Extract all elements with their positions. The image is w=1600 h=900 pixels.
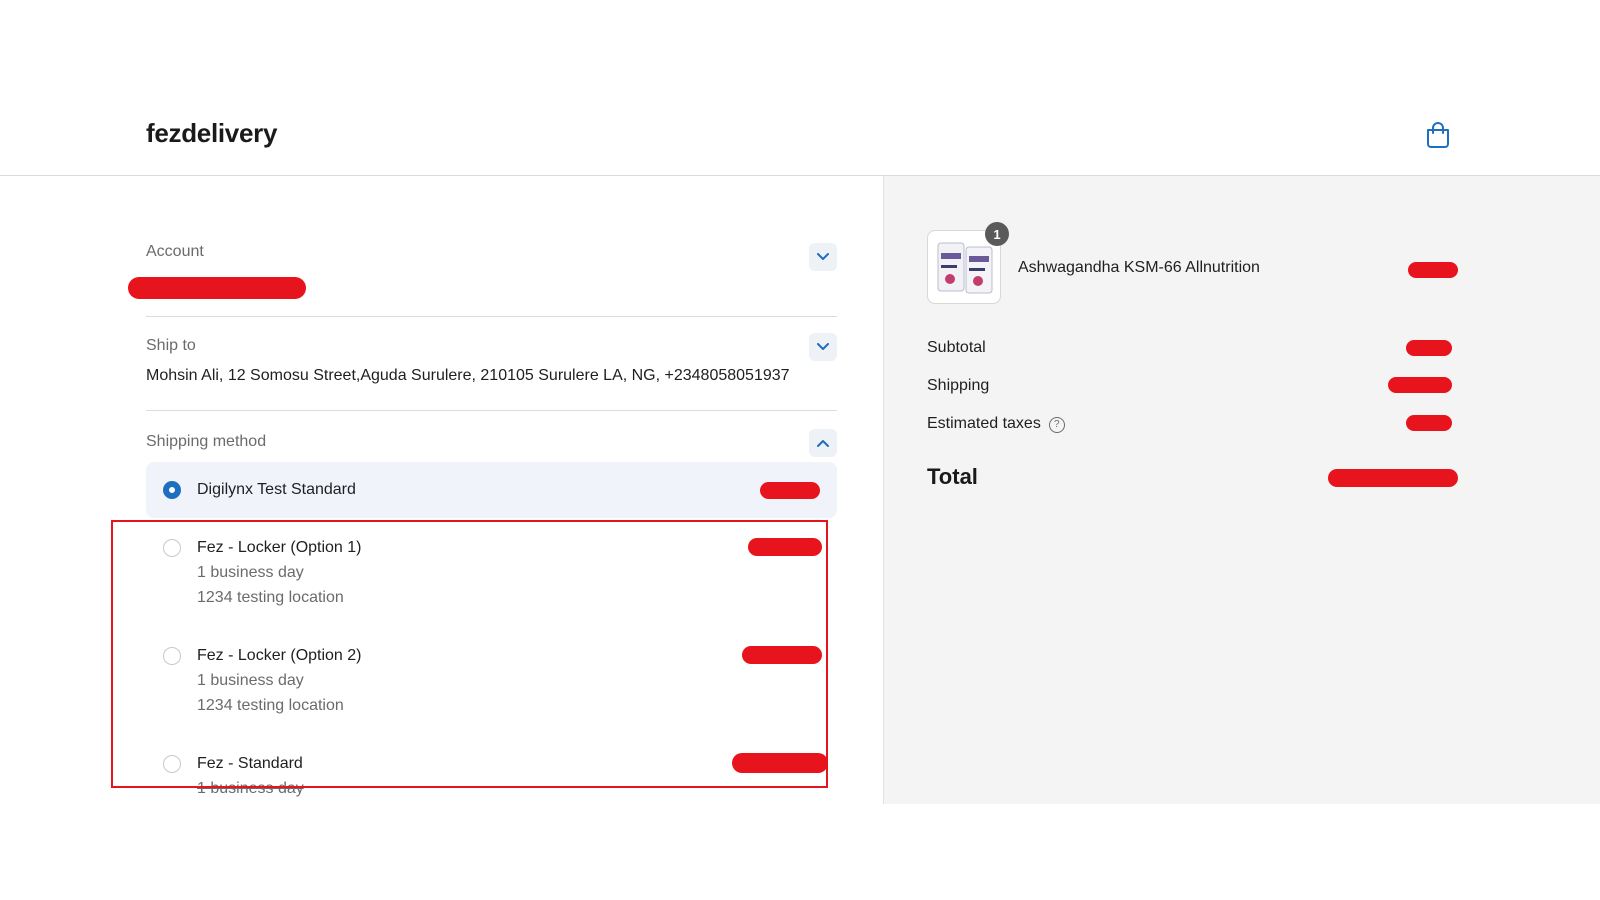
shipping-option-location: 1234 testing location — [197, 697, 344, 714]
price-redacted — [742, 646, 822, 664]
ship-to-toggle-button[interactable] — [809, 333, 837, 361]
chevron-down-icon — [817, 248, 829, 266]
ship-to-address: Mohsin Ali, 12 Somosu Street,Aguda Surul… — [146, 367, 790, 384]
divider — [146, 316, 837, 317]
shipping-option-delivery-time: 1 business day — [197, 672, 304, 689]
price-redacted — [1406, 340, 1452, 356]
shipping-option-delivery-time: 1 business day — [197, 780, 304, 797]
shipping-option-digilynx-standard[interactable]: Digilynx Test Standard — [146, 462, 837, 518]
price-redacted — [1406, 415, 1452, 431]
shipping-option-title: Fez - Locker (Option 1) — [197, 539, 362, 556]
quantity-badge: 1 — [985, 222, 1009, 246]
radio-button[interactable] — [163, 755, 181, 773]
shipping-option-fez-locker-2[interactable]: Fez - Locker (Option 2) 1 business day 1… — [146, 645, 837, 745]
question-circle-icon[interactable]: ? — [1048, 417, 1065, 433]
account-toggle-button[interactable] — [809, 243, 837, 271]
total-price-redacted — [1328, 469, 1458, 487]
ship-to-section: Ship to Mohsin Ali, 12 Somosu Street,Agu… — [146, 333, 837, 397]
store-name[interactable]: fezdelivery — [146, 118, 277, 149]
shipping-option-delivery-time: 1 business day — [197, 564, 304, 581]
radio-button[interactable] — [163, 539, 181, 557]
shipping-option-fez-locker-1[interactable]: Fez - Locker (Option 1) 1 business day 1… — [146, 537, 837, 637]
account-label: Account — [146, 243, 204, 260]
chevron-down-icon — [817, 338, 829, 356]
ship-to-label: Ship to — [146, 337, 196, 354]
total-label: Total — [927, 464, 978, 489]
chevron-up-icon — [817, 434, 829, 452]
price-redacted — [1408, 262, 1458, 278]
subtotal-label: Subtotal — [927, 339, 986, 356]
shipping-method-toggle-button[interactable] — [809, 429, 837, 457]
shipping-method-section: Shipping method — [146, 429, 837, 463]
shipping-method-label: Shipping method — [146, 433, 267, 450]
estimated-taxes-row: Estimated taxes? — [927, 415, 1065, 433]
shipping-label: Shipping — [927, 377, 990, 394]
estimated-taxes-label: Estimated taxes — [927, 415, 1041, 432]
product-name: Ashwagandha KSM-66 Allnutrition — [1018, 259, 1260, 276]
shipping-option-location: 1234 testing location — [197, 589, 344, 606]
shipping-option-title: Fez - Standard — [197, 755, 303, 772]
checkout-header: fezdelivery — [0, 0, 1600, 176]
shipping-option-title: Fez - Locker (Option 2) — [197, 647, 362, 664]
radio-button[interactable] — [163, 647, 181, 665]
price-redacted — [760, 482, 820, 499]
price-redacted — [1388, 377, 1452, 393]
price-redacted — [732, 753, 828, 773]
price-redacted — [748, 538, 822, 556]
divider — [146, 410, 837, 411]
account-email-redacted — [128, 277, 306, 299]
shopping-bag-icon[interactable] — [1425, 121, 1451, 149]
shipping-option-title: Digilynx Test Standard — [197, 481, 356, 498]
radio-button[interactable] — [163, 481, 181, 499]
